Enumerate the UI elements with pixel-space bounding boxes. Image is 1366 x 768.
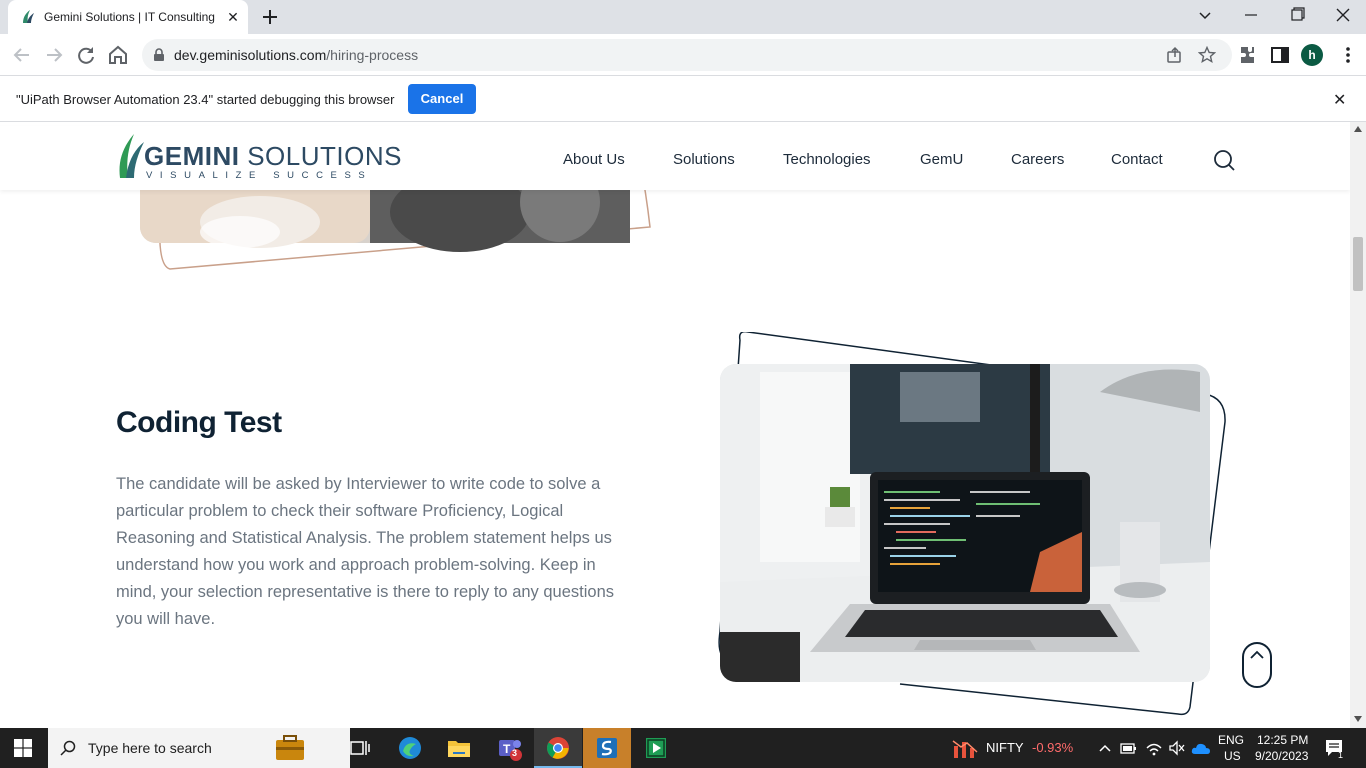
- profile-avatar[interactable]: h: [1301, 44, 1323, 66]
- show-hidden-icons-chevron-icon[interactable]: [1098, 741, 1112, 755]
- infobar-message: "UiPath Browser Automation 23.4" started…: [16, 92, 395, 107]
- chrome-icon: [547, 737, 569, 759]
- url-path: /hiring-process: [326, 47, 419, 63]
- taskbar-edge[interactable]: [386, 728, 434, 768]
- tab-search-icon[interactable]: [1182, 0, 1228, 32]
- windows-start-icon[interactable]: [14, 739, 32, 757]
- tab-title: Gemini Solutions | IT Consulting: [44, 10, 215, 24]
- forward-icon[interactable]: [42, 43, 66, 67]
- uipath-icon: [597, 738, 617, 758]
- section-paragraph: The candidate will be asked by Interview…: [116, 475, 615, 628]
- chrome-menu-icon[interactable]: [1336, 43, 1360, 67]
- ticker-change[interactable]: -0.93%: [1032, 740, 1073, 755]
- scroll-down-arrow-icon[interactable]: [1354, 716, 1362, 722]
- clock-time[interactable]: 12:25 PM: [1257, 733, 1308, 747]
- taskbar-teams[interactable]: T 3: [485, 728, 533, 768]
- back-icon[interactable]: [10, 43, 34, 67]
- laptop-coding-image: [718, 332, 1226, 716]
- address-bar[interactable]: dev.geminisolutions.com/hiring-process: [142, 39, 1232, 71]
- taskbar-media-app[interactable]: [632, 728, 680, 768]
- teams-badge: 3: [512, 748, 518, 758]
- scroll-up-arrow-icon[interactable]: [1354, 126, 1362, 132]
- url-domain: dev.geminisolutions.com: [174, 47, 327, 63]
- task-view-button[interactable]: [336, 728, 384, 768]
- logo-main: GEMINI: [144, 141, 240, 171]
- logo-tagline: VISUALIZE SUCCESS: [146, 170, 373, 181]
- taskbar-search-box[interactable]: Type here to search: [48, 728, 350, 768]
- nav-careers[interactable]: Careers: [1011, 151, 1064, 168]
- logo-wordmark[interactable]: GEMINI SOLUTIONS: [144, 141, 402, 172]
- bookmark-star-icon[interactable]: [1198, 46, 1216, 64]
- briefcase-icon[interactable]: [260, 734, 320, 762]
- home-icon[interactable]: [106, 43, 130, 67]
- restore-icon[interactable]: [1274, 0, 1320, 32]
- cancel-debugging-button[interactable]: Cancel: [408, 84, 476, 114]
- nav-solutions[interactable]: Solutions: [673, 151, 735, 168]
- teams-icon: T: [499, 740, 522, 761]
- play-icon: [646, 738, 666, 758]
- clock-date[interactable]: 9/20/2023: [1255, 749, 1308, 763]
- windows-taskbar: Type here to search T 3 NIFTY -0.93% ENG…: [0, 728, 1366, 768]
- window-close-icon[interactable]: [1320, 0, 1366, 32]
- browser-toolbar: dev.geminisolutions.com/hiring-process h: [0, 34, 1366, 76]
- search-icon: [60, 740, 76, 756]
- reload-icon[interactable]: [74, 43, 98, 67]
- language-line2[interactable]: US: [1224, 749, 1241, 763]
- taskbar-file-explorer[interactable]: [435, 728, 483, 768]
- debugging-infobar: "UiPath Browser Automation 23.4" started…: [0, 76, 1366, 122]
- notification-count: 1: [1338, 750, 1344, 760]
- gemini-favicon-icon: [23, 10, 34, 23]
- taskbar-search-placeholder: Type here to search: [88, 740, 212, 756]
- share-icon[interactable]: [1166, 46, 1184, 64]
- svg-text:T: T: [503, 742, 511, 756]
- scroll-to-top-button[interactable]: [1242, 642, 1272, 688]
- edge-icon: [399, 737, 421, 759]
- page-viewport: GEMINI SOLUTIONS VISUALIZE SUCCESS About…: [0, 122, 1350, 728]
- minimize-icon[interactable]: [1228, 0, 1274, 32]
- tab-close-icon[interactable]: ✕: [224, 8, 242, 26]
- taskbar-chrome[interactable]: [534, 728, 582, 768]
- site-header: GEMINI SOLUTIONS VISUALIZE SUCCESS About…: [0, 126, 1350, 190]
- task-view-icon: [350, 741, 370, 755]
- logo-secondary: SOLUTIONS: [247, 141, 402, 171]
- new-tab-icon[interactable]: [258, 5, 282, 29]
- section-heading: Coding Test: [116, 406, 282, 439]
- taskbar-uipath[interactable]: [583, 728, 631, 768]
- side-panel-icon[interactable]: [1268, 43, 1292, 67]
- nav-contact[interactable]: Contact: [1111, 151, 1163, 168]
- stock-chart-icon[interactable]: [952, 738, 978, 758]
- language-line1[interactable]: ENG: [1218, 733, 1244, 747]
- chevron-up-icon: [1250, 650, 1264, 659]
- nav-technologies[interactable]: Technologies: [783, 151, 871, 168]
- wifi-icon[interactable]: [1145, 740, 1163, 756]
- infobar-close-icon[interactable]: ✕: [1333, 90, 1346, 110]
- extensions-icon[interactable]: [1236, 43, 1260, 67]
- ticker-name[interactable]: NIFTY: [986, 740, 1024, 755]
- page-scrollbar[interactable]: [1350, 122, 1366, 728]
- scrollbar-thumb[interactable]: [1353, 237, 1363, 291]
- url-text[interactable]: dev.geminisolutions.com/hiring-process: [174, 47, 418, 63]
- nav-gemu[interactable]: GemU: [920, 151, 963, 168]
- onedrive-icon[interactable]: [1191, 741, 1211, 755]
- battery-icon[interactable]: [1120, 740, 1136, 756]
- gemini-logo-leaf-icon[interactable]: [116, 132, 146, 178]
- nav-about-us[interactable]: About Us: [563, 151, 625, 168]
- browser-tab[interactable]: Gemini Solutions | IT Consulting ✕: [8, 0, 248, 34]
- site-search-icon[interactable]: [1212, 148, 1236, 172]
- volume-muted-icon[interactable]: [1168, 740, 1186, 756]
- tab-strip: Gemini Solutions | IT Consulting ✕: [0, 0, 1366, 34]
- folder-icon: [448, 741, 470, 757]
- lock-icon[interactable]: [152, 48, 166, 62]
